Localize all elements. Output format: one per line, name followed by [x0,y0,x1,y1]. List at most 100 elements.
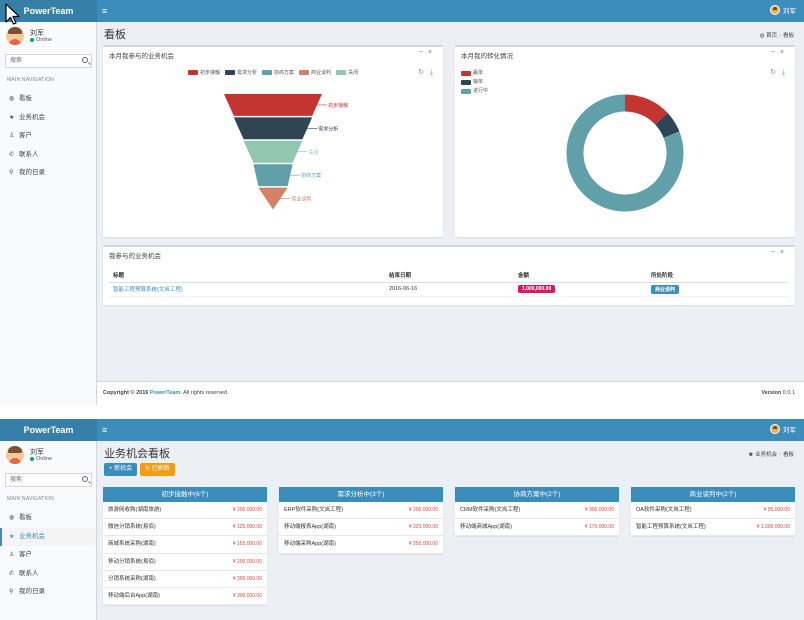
table-row: 智能工程预算系统(文岚工程) 2016-06-16 1,000,000.00 商… [109,282,789,297]
sidebar-item-customers[interactable]: ♙ 客户 [0,546,96,565]
stage-badge: 商业谈判 [651,284,680,294]
sidebar-item-customers[interactable]: ♙ 客户 [0,127,96,146]
version: Version 0.0.1 [761,390,795,396]
sidebar-item-directory[interactable]: ⚲ 我的日录 [0,164,96,183]
user-menu[interactable]: 刘军 [770,5,796,15]
kanban-card[interactable]: 微信分销系统(易佰) ¥ 125,000.00 [103,519,267,537]
search-icon[interactable] [82,57,88,63]
funnel-chart-box: 本月我参与的业务机会 −× 初步接触 需求分析 协商方案 商业谈判 关闭 ↻⤓ … [103,45,443,237]
card-amount: ¥ 95,000.00 [763,507,790,513]
version-label: Version [761,390,782,396]
card-amount: ¥ 200,000.00 [232,558,262,565]
card-name: OA软件采购(文岚工程) [636,507,692,513]
funnel-segment[interactable] [224,94,322,116]
breadcrumb: ◍ 首页 › 看板 [760,31,794,39]
page-title: 看板 [104,29,126,41]
kanban-card[interactable]: 移动端报表App(湖南) ¥ 320,000.00 [279,519,443,537]
sidebar-item-label: 联系人 [19,150,39,158]
donut-chart-box: 本月我的转化情况 −× 赢单 输单 进行中 ↻⤓ [455,45,795,237]
table-cell: 2016-06-16 [385,282,514,297]
sidebar-item-label: 看板 [19,514,32,521]
sidebar-toggle-icon[interactable]: ≡ [102,0,107,22]
close-icon[interactable]: × [780,249,789,256]
company-link[interactable]: PowerTeam. [150,390,182,396]
nav-header: MAIN NAVIGATION [7,496,54,502]
column-header[interactable]: 金额 [514,269,647,283]
sidebar-item-label: 业务机会 [19,113,45,121]
card-amount: ¥ 1,000,000.00 [756,524,790,531]
card-amount: ¥ 250,000.00 [408,541,438,548]
kanban-card[interactable]: 移动分销系统(易佰) ¥ 200,000.00 [103,554,267,571]
opportunity-link[interactable]: 智能工程预算系统(文岚工程) [113,287,183,293]
user-status-text: Online [36,456,52,462]
sidebar-item-label: 联系人 [19,569,39,577]
sidebar-item-contacts[interactable]: ✆ 联系人 [0,146,96,165]
sidebar-item-dashboard[interactable]: ◍ 看板 [0,90,96,109]
kanban-card[interactable]: 移动端采购App(湖南) ¥ 250,000.00 [279,536,443,554]
kanban-card[interactable]: 商城系统采购(湖南) ¥ 155,000.00 [103,536,267,554]
sidebar-item-dashboard[interactable]: ◍ 看板 [0,509,96,528]
page-title: 业务机会看板 [104,448,170,460]
kanban-column-header: 商业谈判中(2个) [631,487,795,502]
column-header[interactable]: 标题 [109,269,385,283]
mouse-cursor-icon [5,3,20,25]
version-number: 0.0.1 [782,390,795,396]
kanban-card[interactable]: ERP软件采购(文岚工程) ¥ 200,000.00 [279,502,443,520]
user-menu[interactable]: 刘军 [770,424,796,434]
kanban-card[interactable]: 旅游网收购(湖南旅游) ¥ 200,000.00 [103,502,267,520]
card-name: 微信分销系统(易佰) [108,524,156,531]
breadcrumb-separator: › [779,33,781,39]
card-name: 商城系统采购(湖南) [108,541,156,548]
box-tools: −× [771,249,789,256]
card-amount: ¥ 200,000.00 [408,507,438,513]
card-amount: ¥ 300,000.00 [584,507,614,513]
sidebar: 刘军 Online MAIN NAVIGATION ◍ 看板 ★ 业务机会 ♙ 客户 … [0,22,97,405]
refresh-button[interactable]: ↻ 已刷新 [140,463,175,476]
donut-slice[interactable] [624,94,668,125]
kanban-card[interactable]: 移动端商城App(湖南) ¥ 170,000.00 [455,519,619,537]
search-icon[interactable] [82,476,88,482]
column-header[interactable]: 结束日期 [385,269,514,283]
copyright: Copyright © 2016 PowerTeam. All rights r… [103,390,229,396]
sidebar-item-opportunities[interactable]: ★ 业务机会 [0,527,96,546]
star-icon: ★ [748,452,754,458]
table-header-row: 标题 结束日期 金额 所处阶段 [109,269,789,283]
collapse-icon[interactable]: − [771,249,780,256]
funnel-label: 关闭 [309,149,319,156]
avatar [770,5,780,15]
kanban-card[interactable]: OA软件采购(文岚工程) ¥ 95,000.00 [631,502,795,520]
kanban-column: 商业谈判中(2个) OA软件采购(文岚工程) ¥ 95,000.00 智能工程预算… [631,487,795,537]
sidebar-item-opportunities[interactable]: ★ 业务机会 [0,109,96,128]
kanban-card[interactable]: 智能工程预算系统(文岚工程) ¥ 1,000,000.00 [631,519,795,537]
kanban-column-header: 协商方案中(2个) [455,487,619,502]
funnel-segment[interactable] [253,164,293,187]
sidebar-item-contacts[interactable]: ✆ 联系人 [0,565,96,584]
sidebar-item-directory[interactable]: ⚲ 我的日录 [0,583,96,602]
user-panel: 刘军 Online [6,27,94,49]
search-input[interactable] [6,474,76,486]
card-name: 移动端后台App(湖南) [108,592,160,599]
brand-logo[interactable]: PowerTeam [0,419,97,441]
breadcrumb-home[interactable]: 首页 [766,33,777,39]
sidebar-item-label: 业务机会 [19,532,45,540]
card-name: 智能工程预算系统(文岚工程) [636,524,706,531]
sidebar-menu: ◍ 看板 ★ 业务机会 ♙ 客户 ✆ 联系人 ⚲ 我的日录 [0,509,96,602]
new-opportunity-button[interactable]: + 新机会 [104,463,138,476]
user-menu-name: 刘军 [783,427,796,434]
kanban-card[interactable]: CRM软件采购(文岚工程) ¥ 300,000.00 [455,502,619,520]
column-header[interactable]: 所处阶段 [647,269,789,283]
funnel-segment[interactable] [243,140,303,163]
kanban-card[interactable]: 移动端后台App(湖南) ¥ 300,000.00 [103,588,267,606]
dashboard-icon: ◍ [9,96,15,102]
sidebar-toggle-icon[interactable]: ≡ [102,419,107,441]
kanban-card[interactable]: 分销系统采购(湖南) ¥ 300,000.00 [103,571,267,588]
search-input[interactable] [6,55,76,67]
user-icon: ♙ [9,552,15,558]
sidebar-search [5,473,92,487]
breadcrumb-parent[interactable]: 业务机会 [755,452,777,458]
table-cell: 商业谈判 [647,282,789,297]
funnel-segment[interactable] [233,117,313,140]
card-amount: ¥ 320,000.00 [408,524,438,531]
table-cell: 智能工程预算系统(文岚工程) [109,282,385,297]
donut-slice[interactable] [654,112,680,139]
